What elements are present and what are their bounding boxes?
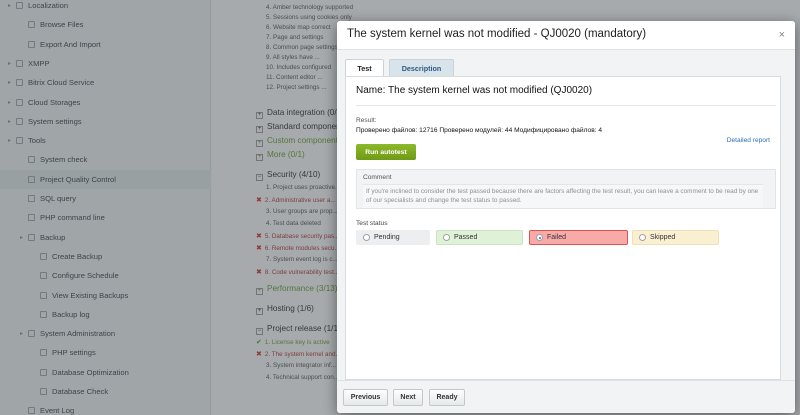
tab-description[interactable]: Description bbox=[389, 59, 454, 77]
status-failed[interactable]: Failed bbox=[529, 230, 628, 245]
status-skipped[interactable]: Skipped bbox=[632, 230, 719, 245]
run-autotest-button[interactable]: Run autotest bbox=[356, 144, 416, 160]
result-label: Result: bbox=[356, 117, 377, 124]
detailed-report-link[interactable]: Detailed report bbox=[727, 137, 770, 144]
radio-icon bbox=[639, 234, 646, 241]
close-icon[interactable]: × bbox=[779, 29, 785, 41]
dialog-body: Test Description Name: The system kernel… bbox=[337, 50, 795, 380]
previous-button[interactable]: Previous bbox=[343, 389, 388, 406]
divider bbox=[356, 105, 776, 106]
test-name: Name: The system kernel was not modified… bbox=[356, 85, 593, 96]
ready-button[interactable]: Ready bbox=[429, 389, 465, 406]
radio-icon bbox=[363, 234, 370, 241]
status-skipped-label: Skipped bbox=[650, 234, 676, 241]
status-pending[interactable]: Pending bbox=[356, 230, 430, 245]
status-failed-label: Failed bbox=[547, 234, 567, 241]
dialog-header: The system kernel was not modified - QJ0… bbox=[337, 21, 795, 50]
test-dialog: The system kernel was not modified - QJ0… bbox=[337, 21, 795, 413]
status-passed-label: Passed bbox=[454, 234, 478, 241]
test-panel: Name: The system kernel was not modified… bbox=[345, 76, 781, 380]
radio-icon bbox=[443, 234, 450, 241]
comment-label: Comment bbox=[363, 174, 392, 181]
next-button[interactable]: Next bbox=[393, 389, 423, 406]
status-passed[interactable]: Passed bbox=[436, 230, 523, 245]
radio-selected-icon bbox=[536, 234, 543, 241]
comment-textarea[interactable]: If you're inclined to consider the test … bbox=[363, 184, 763, 208]
tab-test[interactable]: Test bbox=[345, 59, 384, 77]
dialog-footer: Previous Next Ready bbox=[337, 380, 795, 413]
test-status-label: Test status bbox=[356, 220, 388, 227]
dialog-title: The system kernel was not modified - QJ0… bbox=[347, 28, 647, 40]
status-pending-label: Pending bbox=[374, 234, 400, 241]
comment-section: Comment If you're inclined to consider t… bbox=[356, 169, 776, 209]
result-value: Проверено файлов: 12716 Проверено модуле… bbox=[356, 127, 603, 134]
